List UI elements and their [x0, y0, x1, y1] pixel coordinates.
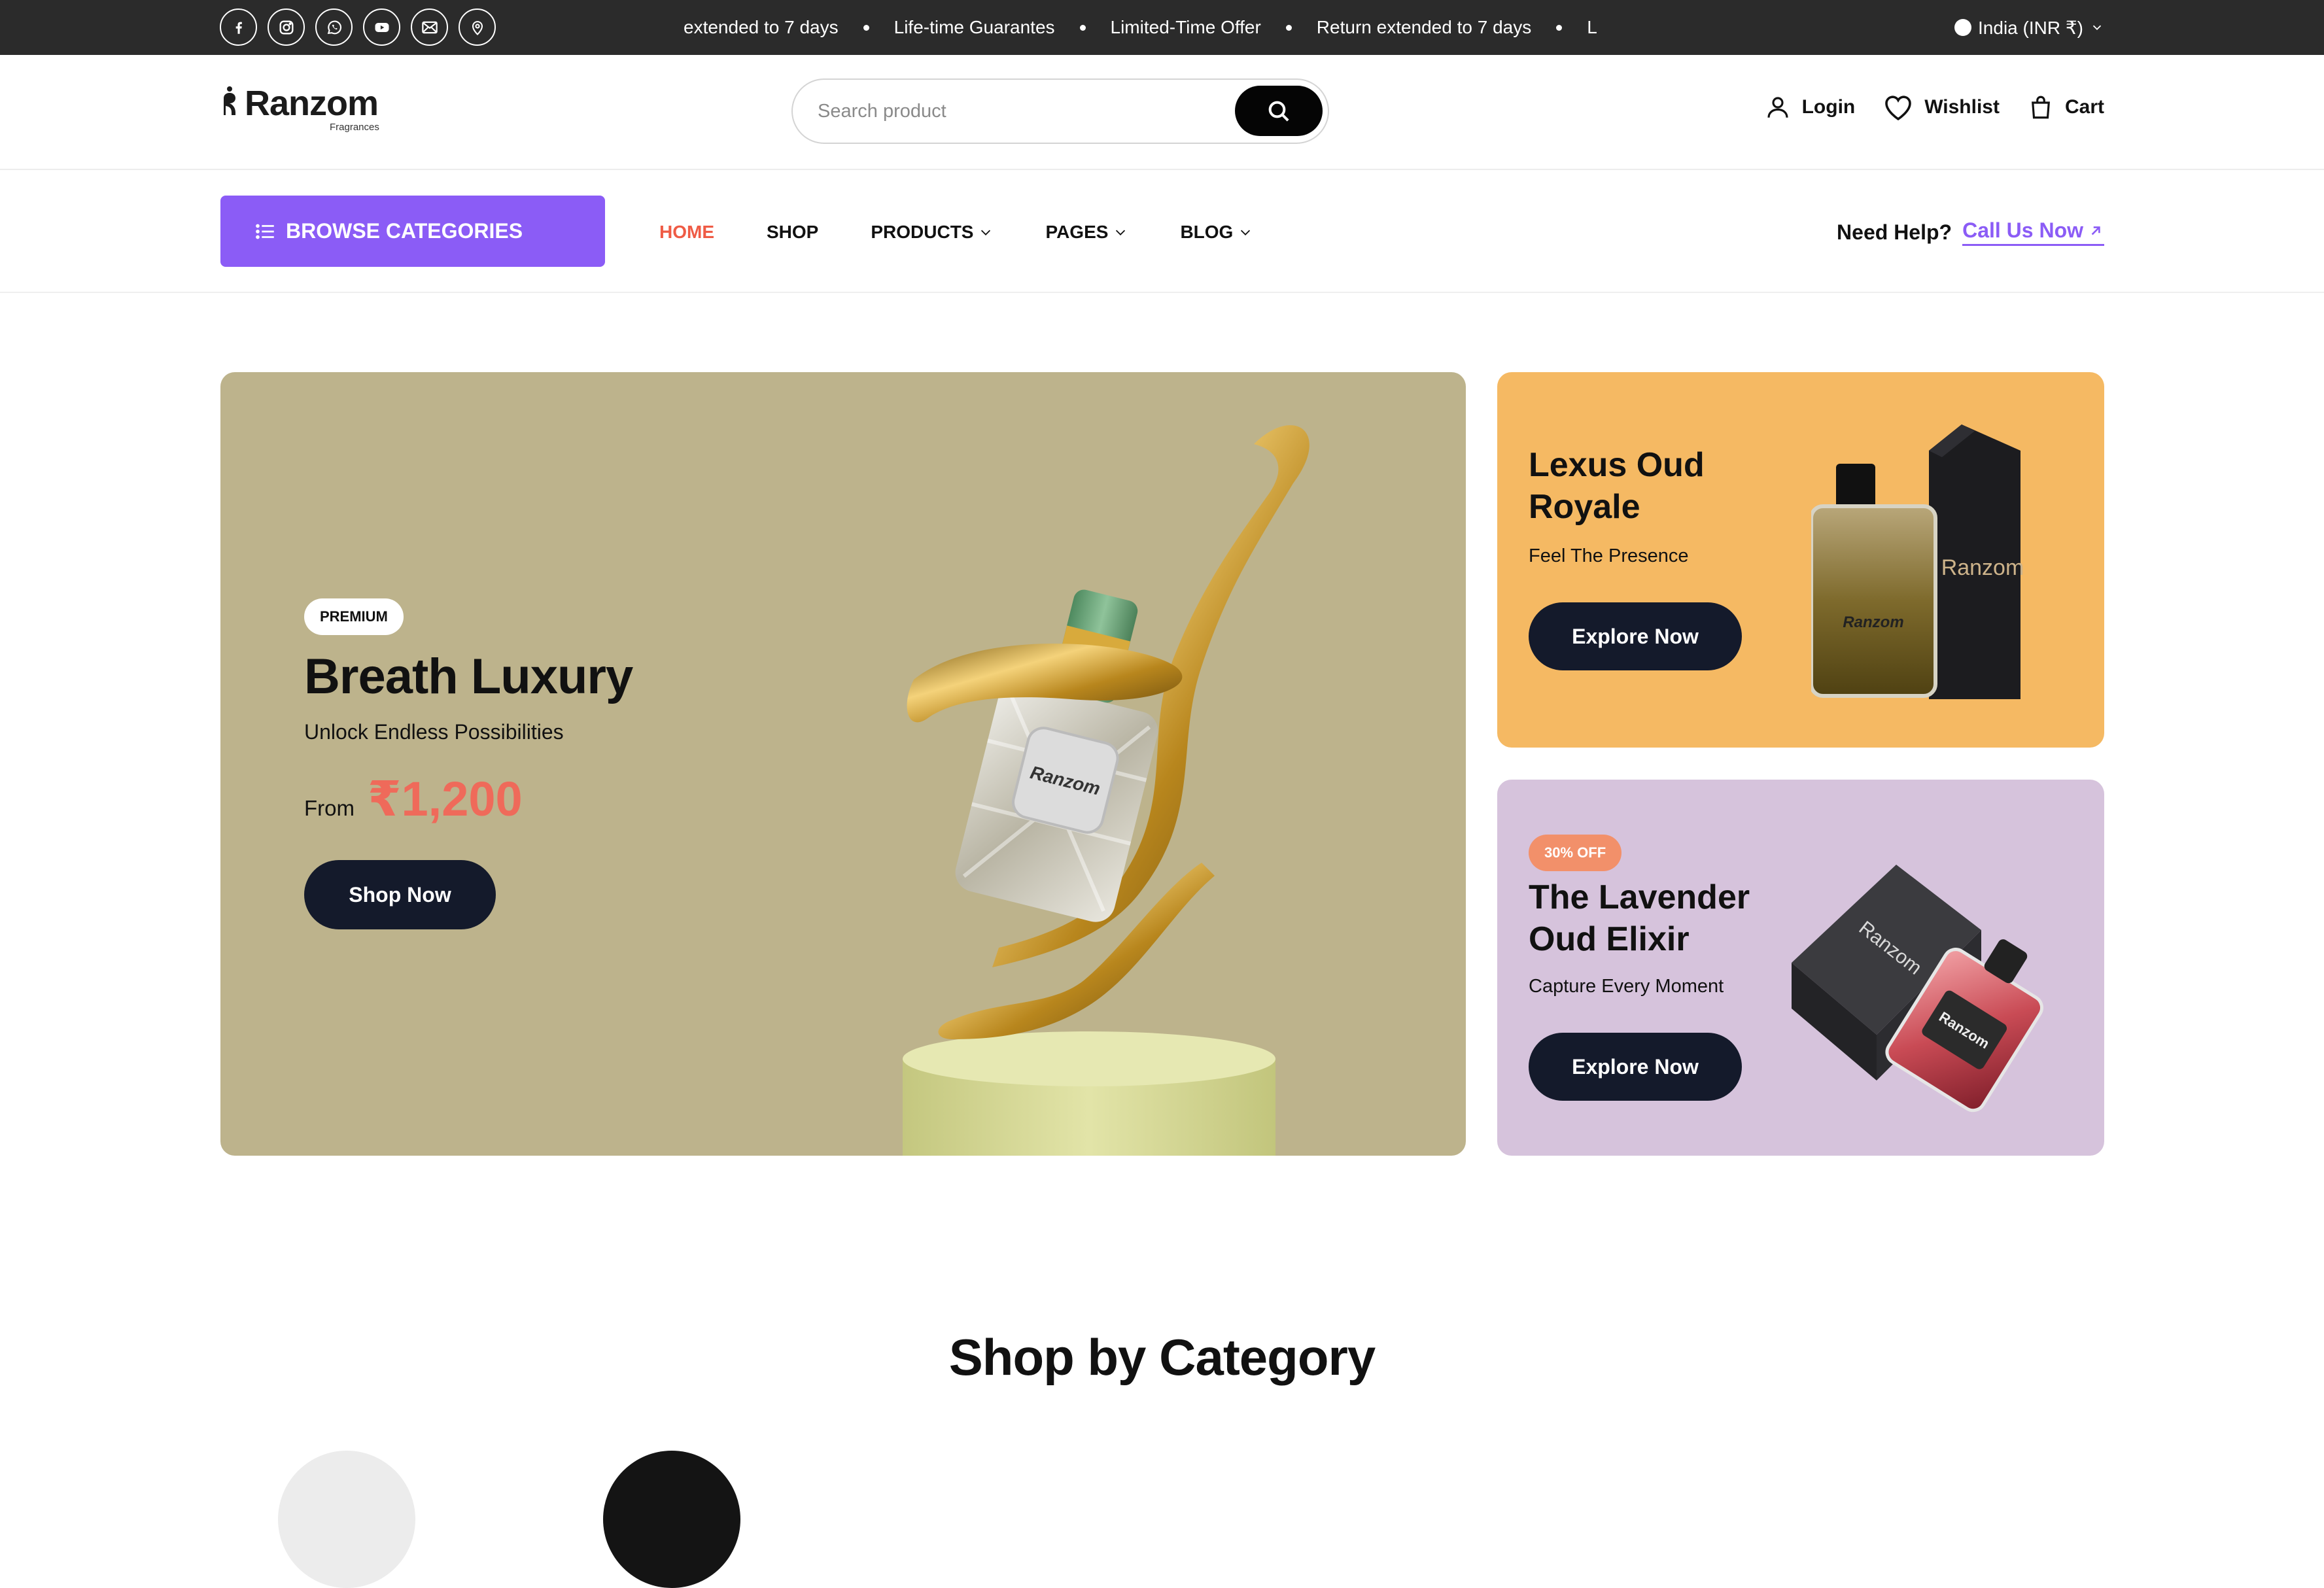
- ticker-separator: [1079, 24, 1086, 31]
- promo-card-lexus-oud: Lexus Oud Royale Feel The Presence Explo…: [1497, 372, 2104, 748]
- logo-mark-icon: [224, 86, 235, 115]
- promo-subtitle: Feel The Presence: [1529, 545, 1689, 566]
- location-icon[interactable]: [459, 9, 496, 46]
- chevron-down-icon: [1241, 230, 1251, 235]
- price-prefix: From: [304, 796, 355, 820]
- ticker-message: Life-time Guarantes: [893, 17, 1055, 37]
- mail-icon[interactable]: [411, 9, 448, 46]
- ticker-message: L: [1587, 17, 1597, 37]
- help-contact: Need Help? Call Us Now: [1837, 171, 2104, 293]
- search-icon: [1268, 101, 1289, 122]
- hero-title: Breath Luxury: [304, 649, 633, 704]
- heart-icon: [1885, 95, 1912, 121]
- ticker-message: Return extended to 7 days: [1316, 17, 1532, 37]
- bottle-brand-label: Ranzom: [1843, 613, 1903, 631]
- promo-title-line-2: Royale: [1529, 488, 1640, 526]
- user-icon: [1767, 97, 1788, 118]
- nav-item-label: PRODUCTS: [871, 222, 974, 242]
- nav-item-label: HOME: [659, 222, 714, 242]
- login-link[interactable]: Login: [1764, 94, 1856, 121]
- arrow-up-right-icon: [2091, 226, 2100, 235]
- call-us-label: Call Us Now: [1962, 218, 2083, 242]
- category-thumbnail[interactable]: [603, 1451, 740, 1588]
- shopping-bag-icon: [2032, 95, 2050, 119]
- browse-categories-button[interactable]: BROWSE CATEGORIES: [220, 196, 605, 267]
- nav-item-products[interactable]: PRODUCTS: [871, 222, 993, 243]
- explore-now-button[interactable]: Explore Now: [1529, 602, 1742, 670]
- call-us-link[interactable]: Call Us Now: [1962, 218, 2104, 246]
- wishlist-link[interactable]: Wishlist: [1882, 93, 2000, 122]
- promo-card-lavender-oud: 30% OFF The Lavender Oud Elixir Capture …: [1497, 780, 2104, 1156]
- wishlist-label: Wishlist: [1924, 96, 2000, 118]
- help-question: Need Help?: [1837, 220, 1952, 244]
- login-label: Login: [1801, 96, 1856, 118]
- section-title: Shop by Category: [948, 1328, 1376, 1386]
- promo-subtitle: Capture Every Moment: [1529, 976, 1724, 997]
- ticker-message: extended to 7 days: [684, 17, 839, 37]
- promo-title-line-2: Oud Elixir: [1529, 920, 1690, 958]
- announcement-ticker: extended to 7 days Life-time Guarantes L…: [684, 0, 1639, 55]
- search-bar: [791, 78, 1329, 144]
- nav-item-home[interactable]: HOME: [659, 222, 714, 243]
- perfume-box-illustration: Ranzom Ranzom: [1792, 865, 2044, 1113]
- search-input[interactable]: [818, 95, 1210, 127]
- perfume-bottle-illustration: Ranzom: [903, 425, 1309, 1156]
- perfume-box-illustration: Ranzom Ranzom: [1811, 424, 2024, 699]
- ticker-separator: [863, 24, 869, 31]
- brand-logo[interactable]: Ranzom Fragrances: [220, 84, 379, 133]
- instagram-icon[interactable]: [268, 9, 305, 46]
- facebook-icon[interactable]: [220, 9, 257, 46]
- browse-categories-label: BROWSE CATEGORIES: [286, 219, 523, 243]
- site-header: Ranzom Fragrances Login Wishlist Cart: [0, 55, 2324, 170]
- main-navigation: BROWSE CATEGORIES HOME SHOP PRODUCTS PAG…: [0, 171, 2324, 293]
- ticker-message: Limited-Time Offer: [1110, 17, 1261, 37]
- discount-badge: 30% OFF: [1529, 835, 1622, 871]
- chevron-down-icon: [1116, 230, 1126, 235]
- shop-now-button[interactable]: Shop Now: [304, 860, 496, 929]
- account-links: Login Wishlist Cart: [1764, 93, 2104, 122]
- explore-now-button[interactable]: Explore Now: [1529, 1033, 1742, 1101]
- flag-icon: [1954, 19, 1972, 36]
- chevron-down-icon: [981, 230, 991, 235]
- hero-price: From ₹1,200: [304, 771, 523, 827]
- search-button[interactable]: [1235, 86, 1323, 136]
- currency-selector[interactable]: India (INR ₹): [1954, 0, 2104, 55]
- hero-subtitle: Unlock Endless Possibilities: [304, 720, 564, 744]
- whatsapp-icon[interactable]: [315, 9, 353, 46]
- list-icon: [256, 224, 274, 239]
- brand-name: Ranzom: [245, 84, 379, 123]
- nav-item-shop[interactable]: SHOP: [767, 222, 818, 243]
- cart-link[interactable]: Cart: [2027, 94, 2104, 121]
- ticker-separator: [1285, 24, 1292, 31]
- nav-menu: HOME SHOP PRODUCTS PAGES BLOG: [659, 171, 1253, 293]
- promo-title-line-1: The Lavender: [1529, 878, 1750, 916]
- chevron-down-icon: [2092, 25, 2102, 31]
- nav-item-label: PAGES: [1045, 222, 1109, 242]
- premium-badge: PREMIUM: [304, 598, 404, 635]
- brand-subtitle: Fragrances: [330, 122, 379, 133]
- box-brand-label: Ranzom: [1941, 555, 2024, 580]
- category-thumbnail[interactable]: [278, 1451, 415, 1588]
- nav-item-pages[interactable]: PAGES: [1045, 222, 1128, 243]
- announcement-bar: extended to 7 days Life-time Guarantes L…: [0, 0, 2324, 55]
- price-amount: ₹1,200: [368, 772, 523, 826]
- nav-item-label: BLOG: [1180, 222, 1234, 242]
- cart-label: Cart: [2064, 96, 2104, 118]
- promo-title-line-1: Lexus Oud: [1529, 446, 1705, 484]
- nav-item-blog[interactable]: BLOG: [1180, 222, 1253, 243]
- nav-item-label: SHOP: [767, 222, 819, 242]
- social-links: [220, 9, 496, 46]
- ticker-separator: [1556, 24, 1563, 31]
- youtube-icon[interactable]: [363, 9, 400, 46]
- hero-banner: PREMIUM Breath Luxury Unlock Endless Pos…: [220, 372, 1466, 1156]
- currency-label: India (INR ₹): [1978, 17, 2083, 38]
